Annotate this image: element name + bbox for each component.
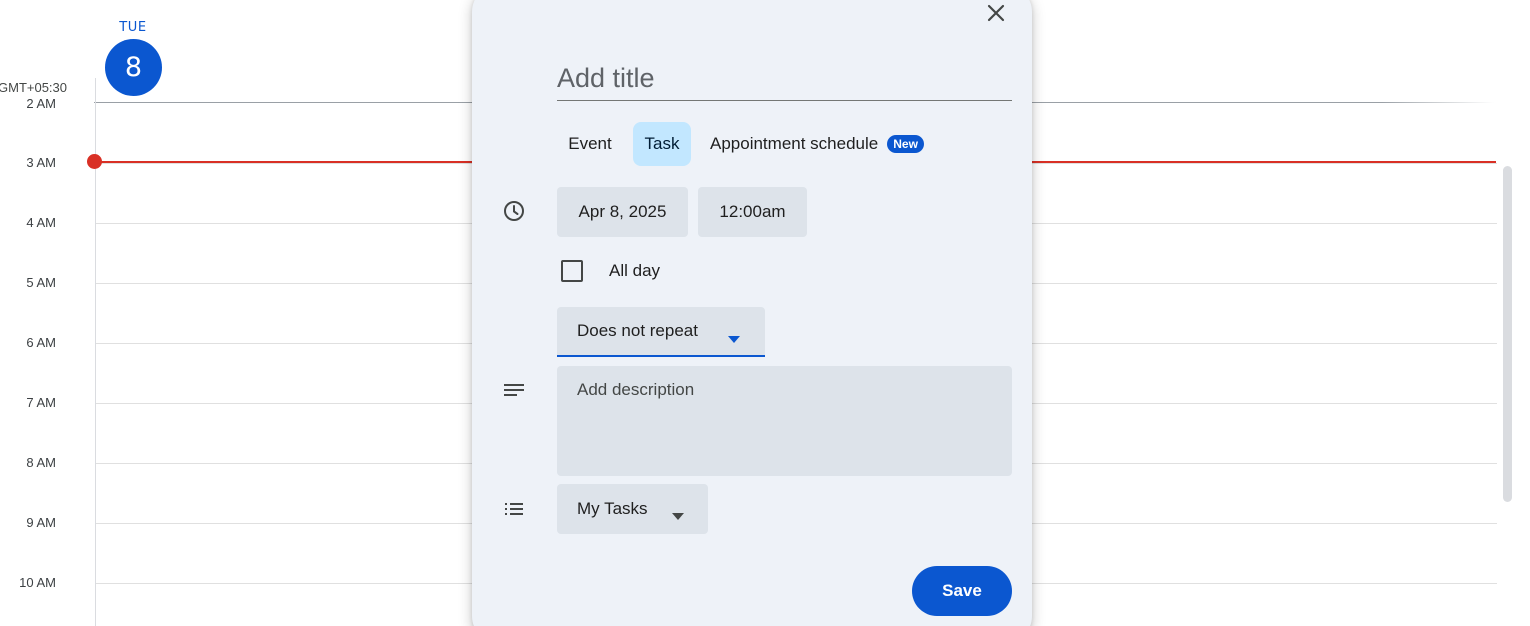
hour-label: 5 AM bbox=[26, 275, 56, 290]
repeat-value: Does not repeat bbox=[577, 321, 698, 340]
list-icon bbox=[502, 497, 526, 521]
day-number-button[interactable]: 8 bbox=[105, 39, 162, 96]
hour-label: 8 AM bbox=[26, 455, 56, 470]
hour-label: 6 AM bbox=[26, 335, 56, 350]
dropdown-caret-icon bbox=[672, 505, 684, 525]
date-picker-button[interactable]: Apr 8, 2025 bbox=[557, 187, 688, 237]
hour-label: 2 AM bbox=[26, 96, 56, 111]
save-button-label: Save bbox=[942, 581, 982, 600]
tab-task[interactable]: Task bbox=[633, 122, 691, 166]
task-list-value: My Tasks bbox=[577, 499, 648, 518]
notes-icon bbox=[502, 379, 526, 403]
tab-appointment-label: Appointment schedule bbox=[710, 134, 879, 153]
hour-label: 3 AM bbox=[26, 155, 56, 170]
repeat-dropdown[interactable]: Does not repeat bbox=[557, 307, 765, 357]
dropdown-caret-icon bbox=[728, 328, 740, 348]
tab-appointment-schedule[interactable]: Appointment schedule New bbox=[701, 122, 953, 166]
tab-event-label: Event bbox=[568, 134, 612, 153]
hour-label: 4 AM bbox=[26, 215, 56, 230]
tab-task-label: Task bbox=[644, 134, 680, 153]
hour-label: 10 AM bbox=[19, 575, 56, 590]
date-value: Apr 8, 2025 bbox=[578, 202, 667, 221]
all-day-label[interactable]: All day bbox=[609, 261, 660, 281]
tab-event[interactable]: Event bbox=[557, 122, 623, 166]
hour-label: 7 AM bbox=[26, 395, 56, 410]
save-button[interactable]: Save bbox=[912, 566, 1012, 616]
close-button[interactable] bbox=[981, 0, 1011, 28]
hour-label: 9 AM bbox=[26, 515, 56, 530]
current-time-dot bbox=[87, 154, 102, 169]
task-list-dropdown[interactable]: My Tasks bbox=[557, 484, 708, 534]
close-icon bbox=[987, 4, 1005, 22]
timezone-label: GMT+05:30 bbox=[0, 80, 68, 95]
day-of-week-label: TUE bbox=[119, 20, 147, 35]
quick-create-dialog: Event Task Appointment schedule New Apr … bbox=[472, 0, 1032, 626]
vertical-scrollbar[interactable] bbox=[1503, 166, 1512, 502]
time-picker-button[interactable]: 12:00am bbox=[698, 187, 807, 237]
clock-icon bbox=[502, 199, 526, 223]
title-input[interactable] bbox=[557, 56, 1012, 101]
all-day-checkbox[interactable] bbox=[561, 260, 583, 282]
description-input[interactable] bbox=[557, 366, 1012, 476]
time-value: 12:00am bbox=[719, 202, 786, 221]
new-badge: New bbox=[887, 135, 924, 153]
